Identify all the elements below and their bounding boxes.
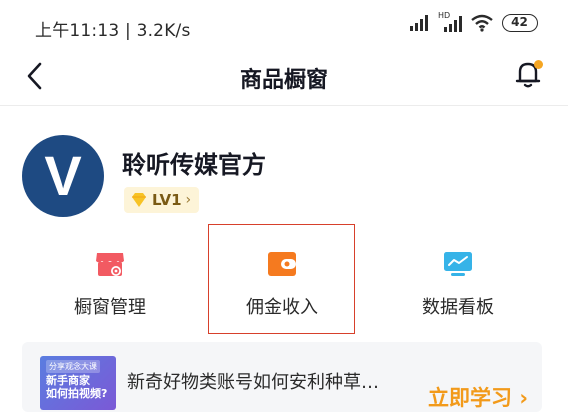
- shop-name: 聆听传媒官方: [122, 151, 266, 179]
- page-title: 商品橱窗: [239, 68, 328, 93]
- wifi-icon: [471, 14, 493, 32]
- status-time: 上午11:13: [35, 21, 120, 41]
- feature-data-dashboard[interactable]: 数据看板: [383, 240, 533, 330]
- status-network-speed: 3.2K/s: [136, 21, 191, 41]
- banner-thumbnail: 分享观念大课 新手商家 如何拍视频?: [40, 356, 116, 410]
- status-bar: 上午11:13 | 3.2K/s HD 42: [0, 0, 568, 52]
- thumbnail-text: 新手商家 如何拍视频?: [46, 374, 107, 400]
- notification-dot: [534, 60, 543, 69]
- feature-label: 橱窗管理: [74, 297, 146, 318]
- learning-banner[interactable]: 分享观念大课 新手商家 如何拍视频? 新奇好物类账号如何安利种草… 立即学习 ›: [22, 342, 542, 412]
- notification-button[interactable]: [510, 56, 546, 92]
- diamond-icon: [132, 193, 146, 207]
- signal-icon: [410, 15, 428, 31]
- hd-signal-icon: HD: [438, 11, 462, 32]
- level-badge[interactable]: LV1 ›: [124, 187, 200, 213]
- level-text: LV1: [152, 191, 182, 209]
- battery-icon: 42: [502, 14, 538, 32]
- learn-now-link[interactable]: 立即学习 ›: [428, 382, 528, 412]
- header-divider: [0, 105, 568, 106]
- battery-level: 42: [511, 15, 528, 29]
- status-icons: HD 42: [410, 11, 538, 32]
- status-separator: |: [125, 21, 137, 41]
- thumbnail-line-1: 新手商家: [46, 374, 90, 387]
- avatar[interactable]: V: [22, 135, 104, 217]
- status-time-speed: 上午11:13 | 3.2K/s: [35, 16, 191, 41]
- nav-bar: 商品橱窗: [0, 52, 568, 102]
- banner-title: 新奇好物类账号如何安利种草…: [127, 372, 379, 393]
- shop-icon: [96, 253, 124, 276]
- avatar-letter: V: [44, 144, 82, 207]
- highlight-box: [208, 224, 355, 334]
- thumbnail-line-2: 如何拍视频?: [46, 387, 108, 400]
- thumbnail-tag: 分享观念大课: [46, 360, 100, 373]
- feature-label: 数据看板: [422, 297, 494, 318]
- level-chevron: ›: [185, 192, 192, 208]
- feature-window-management[interactable]: 橱窗管理: [35, 240, 185, 330]
- monitor-chart-icon: [444, 252, 472, 276]
